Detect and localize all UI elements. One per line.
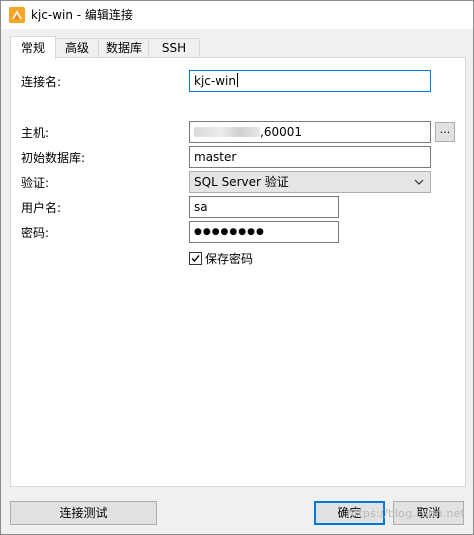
- connection-name-input[interactable]: kjc-win: [189, 70, 431, 92]
- auth-selected-value: SQL Server 验证: [194, 175, 289, 189]
- window-title: kjc-win - 编辑连接: [31, 8, 133, 22]
- checkmark-icon: [191, 255, 200, 263]
- tab-advanced[interactable]: 高级: [54, 38, 100, 58]
- dialog-window: kjc-win - 编辑连接 常规 高级 数据库 SSH 连接名: kjc-wi…: [0, 0, 474, 535]
- navicat-app-icon: [9, 7, 25, 23]
- save-password-label: 保存密码: [205, 252, 254, 266]
- username-label: 用户名:: [21, 201, 62, 215]
- initial-database-label: 初始数据库:: [21, 151, 86, 165]
- password-input[interactable]: ●●●●●●●●: [189, 221, 339, 243]
- username-input[interactable]: sa: [189, 196, 339, 218]
- title-bar[interactable]: kjc-win - 编辑连接: [1, 1, 473, 29]
- save-password-checkbox[interactable]: [189, 252, 202, 265]
- password-label: 密码:: [21, 226, 50, 240]
- host-label: 主机:: [21, 126, 50, 140]
- redacted-host-address: [194, 127, 260, 137]
- host-browse-button[interactable]: ...: [435, 122, 455, 142]
- tab-ssh[interactable]: SSH: [148, 38, 200, 58]
- test-connection-button[interactable]: 连接测试: [10, 501, 157, 525]
- general-panel: 连接名: kjc-win 主机: ,60001 ... 初始数据库: maste…: [10, 57, 466, 487]
- connection-name-label: 连接名:: [21, 75, 62, 89]
- tab-general[interactable]: 常规: [10, 36, 56, 59]
- watermark-text: https://blog.csdn.net: [346, 507, 465, 520]
- chevron-down-icon: [414, 179, 424, 185]
- text-caret: [236, 73, 238, 87]
- host-input[interactable]: ,60001: [189, 121, 431, 143]
- tab-databases[interactable]: 数据库: [98, 38, 150, 58]
- host-port-value: ,60001: [260, 125, 302, 139]
- connection-name-value: kjc-win: [194, 74, 236, 88]
- initial-database-input[interactable]: master: [189, 146, 431, 168]
- auth-select[interactable]: SQL Server 验证: [189, 171, 431, 193]
- auth-label: 验证:: [21, 176, 50, 190]
